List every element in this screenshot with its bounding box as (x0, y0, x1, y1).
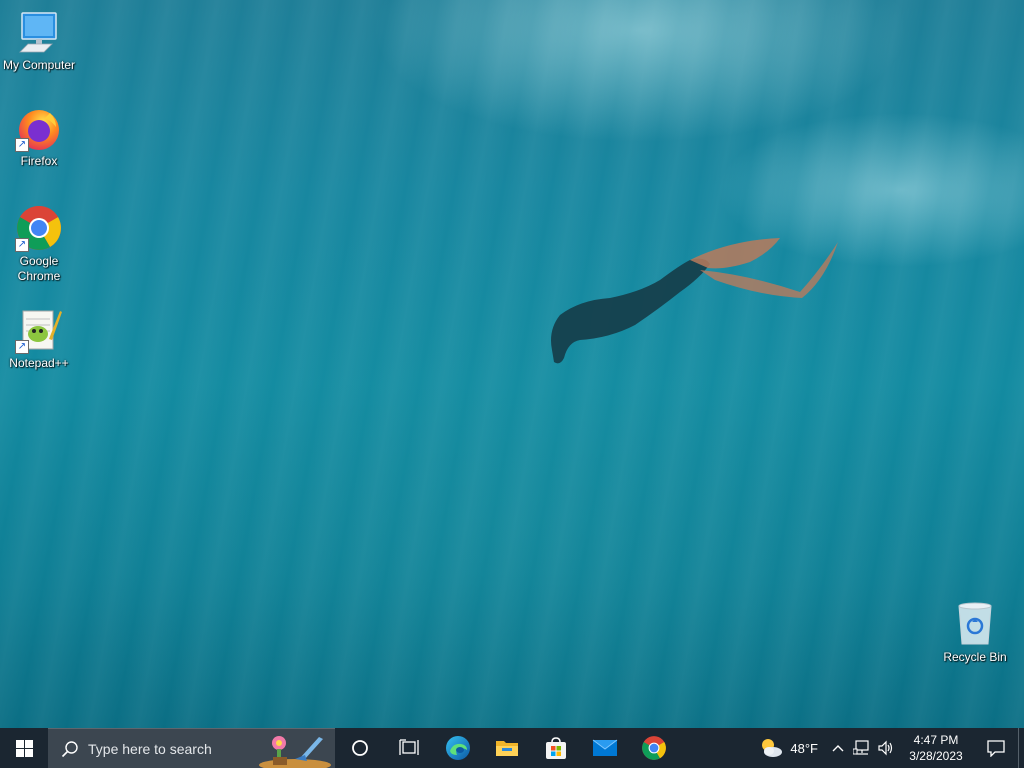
chrome-icon: ↗ (15, 204, 63, 252)
monitor-icon (15, 8, 63, 56)
desktop-icon-label: My Computer (2, 58, 76, 72)
search-icon (60, 739, 80, 759)
desktop-icon-label: Recycle Bin (943, 650, 1007, 664)
weather-widget[interactable]: 48°F (758, 737, 818, 759)
taskbar-mail[interactable] (580, 728, 629, 768)
wallpaper-light-rays (0, 0, 1024, 768)
shortcut-arrow-icon: ↗ (15, 138, 29, 152)
search-placeholder: Type here to search (88, 740, 212, 757)
task-view-icon (398, 739, 419, 755)
desktop-icon-google-chrome[interactable]: ↗ Google Chrome (0, 204, 78, 284)
search-highlight-garden-icon (259, 736, 331, 768)
taskbar-microsoft-store[interactable] (531, 728, 580, 768)
taskbar-chrome[interactable] (629, 728, 678, 768)
desktop-icon-label: Notepad++ (9, 356, 69, 370)
clock-date: 3/28/2023 (909, 749, 963, 763)
start-button[interactable] (0, 728, 48, 768)
cortana-icon (351, 740, 368, 756)
firefox-icon: ↗ (15, 104, 63, 152)
show-desktop-button[interactable] (1018, 728, 1024, 768)
clock-time: 4:47 PM (913, 733, 959, 747)
taskbar: Type here to search 48°F 4:47 PM 3/28/20… (0, 728, 1024, 768)
system-tray: 48°F 4:47 PM 3/28/2023 (758, 728, 1024, 768)
action-center-button[interactable] (974, 728, 1018, 768)
taskbar-file-explorer[interactable] (482, 728, 531, 768)
chrome-icon (641, 736, 666, 760)
mail-icon (592, 739, 617, 756)
microsoft-store-icon (545, 737, 566, 759)
desktop-icon-notepadpp[interactable]: ↗ Notepad++ (0, 306, 78, 371)
desktop-icon-my-computer[interactable]: My Computer (0, 8, 78, 73)
task-view-button[interactable] (384, 728, 433, 768)
notification-icon (987, 740, 1005, 757)
taskbar-clock[interactable]: 4:47 PM 3/28/2023 (898, 732, 974, 764)
notepadpp-icon: ↗ (15, 306, 63, 354)
desktop-icon-label: Firefox (20, 154, 58, 168)
taskbar-edge[interactable] (433, 728, 482, 768)
edge-icon (445, 736, 470, 760)
show-hidden-icons-button[interactable] (826, 728, 850, 768)
partly-cloudy-icon (762, 739, 783, 757)
file-explorer-icon (495, 741, 518, 756)
weather-temperature: 48°F (790, 740, 818, 756)
taskbar-search-box[interactable]: Type here to search (48, 728, 335, 768)
volume-button[interactable] (874, 728, 898, 768)
desktop-icon-label: Google Chrome (17, 254, 61, 283)
cortana-button[interactable] (335, 728, 384, 768)
shortcut-arrow-icon: ↗ (15, 238, 29, 252)
desktop-icon-firefox[interactable]: ↗ Firefox (0, 104, 78, 169)
wallpaper-diver (551, 238, 838, 364)
chevron-up-icon (832, 745, 844, 752)
network-button[interactable] (850, 728, 874, 768)
desktop[interactable]: My Computer ↗ Firefox ↗ Google Chrome ↗ … (0, 0, 1024, 768)
desktop-icon-recycle-bin[interactable]: Recycle Bin (936, 600, 1014, 665)
windows-logo-icon (15, 739, 33, 757)
volume-icon (878, 740, 893, 756)
network-icon (853, 740, 869, 755)
recycle-bin-icon (951, 600, 999, 648)
shortcut-arrow-icon: ↗ (15, 340, 29, 354)
